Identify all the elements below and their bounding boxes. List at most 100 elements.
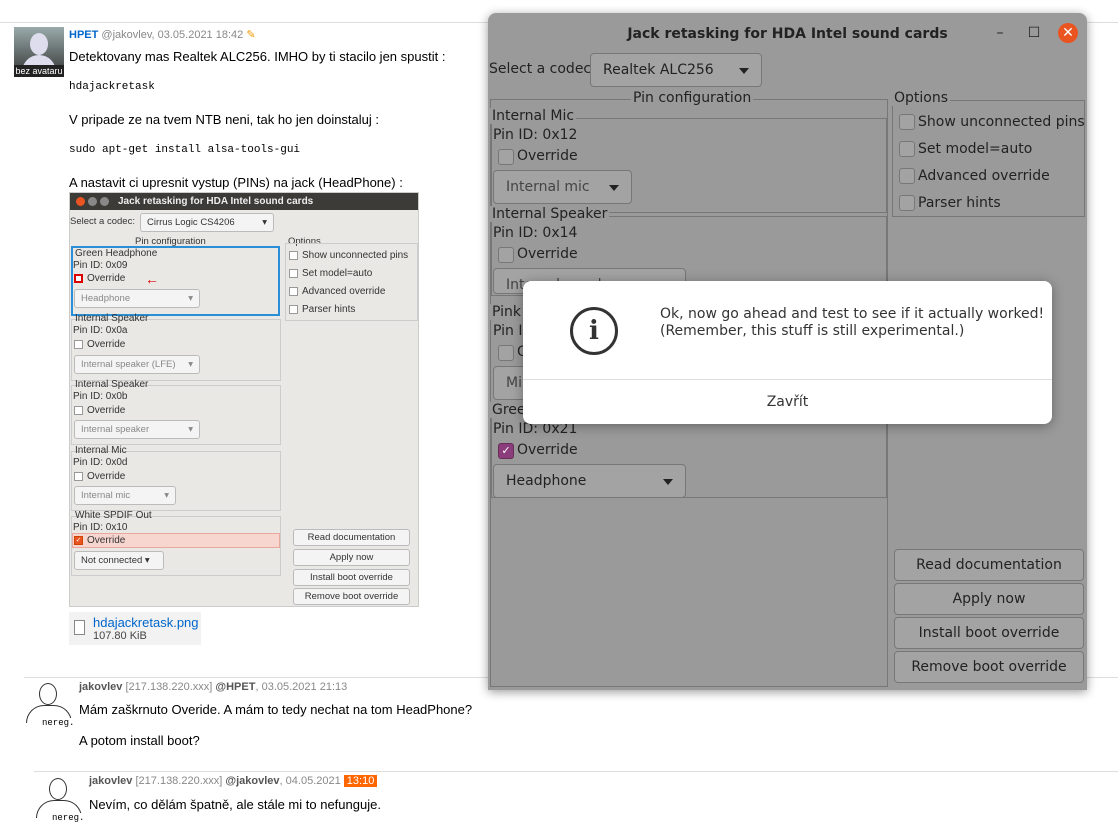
author-name[interactable]: jakovlev — [79, 681, 122, 693]
override-row: Override — [74, 405, 125, 416]
pin-group-name: Internal Speaker — [75, 379, 149, 390]
pin-combo: Internal speaker (LFE) ▾ — [74, 355, 200, 374]
apply-now-button: Apply now — [293, 549, 410, 566]
post-text: Nevím, co dělám špatně, ale stále mi to … — [89, 797, 381, 812]
option-row: Parser hints — [289, 304, 355, 315]
avatar: nereg. — [34, 776, 85, 823]
override-row: Override — [74, 273, 125, 284]
embedded-screenshot[interactable]: Jack retasking for HDA Intel sound cards… — [69, 192, 419, 607]
pin-group-name: Internal Mic — [75, 445, 127, 456]
avatar-caption: nereg. — [42, 718, 75, 728]
attachment-link[interactable]: hdajackretask.png — [93, 615, 199, 630]
post-date: 03.05.2021 21:13 — [261, 681, 348, 693]
avatar: nereg. — [24, 681, 75, 728]
arrow-left-icon: ← — [145, 271, 159, 287]
option-label: Parser hints — [918, 195, 1001, 211]
show-unconnected-checkbox[interactable] — [899, 114, 915, 130]
message-text: Ok, now go ahead and test to see if it a… — [660, 306, 1044, 340]
override-checkbox[interactable] — [498, 149, 514, 165]
read-documentation-button: Read documentation — [293, 529, 410, 546]
post-text: V pripade ze na tvem NTB neni, tak ho je… — [69, 112, 380, 127]
read-documentation-button[interactable]: Read documentation — [894, 549, 1084, 581]
post-meta: HPET @jakovlev, 03.05.2021 18:42 ✎ — [69, 29, 256, 41]
avatar: bez avataru — [14, 27, 64, 77]
pin-group-name: Pink — [490, 304, 524, 320]
remove-boot-override-button: Remove boot override — [293, 588, 410, 605]
reply-to[interactable]: @HPET — [215, 681, 255, 693]
pin-group-name: Green Headphone — [75, 248, 158, 259]
attachment-size: 107.80 KiB — [93, 630, 147, 642]
message-line: (Remember, this stuff is still experimen… — [660, 323, 965, 339]
highlighted-time: 13:10 — [343, 775, 378, 787]
pin-id: Pin ID: 0x14 — [493, 225, 578, 241]
pin-id: Pin ID: 0x10 — [73, 522, 128, 533]
override-row: Override — [74, 471, 125, 482]
option-row: Advanced override — [289, 286, 385, 297]
edit-icon[interactable]: ✎ — [246, 29, 255, 41]
post-text: A nastavit ci upresnit vystup (PINs) na … — [69, 175, 403, 190]
post-text: A potom install boot? — [79, 733, 200, 748]
code-block: sudo apt-get install alsa-tools-gui — [69, 144, 301, 156]
option-label: Set model=auto — [918, 141, 1033, 157]
codec-select[interactable]: Realtek ALC256 — [590, 53, 762, 87]
override-checkbox[interactable]: ✓ — [498, 443, 514, 459]
pin-combo: Internal speaker ▾ — [74, 420, 200, 439]
override-row: Override — [74, 339, 125, 350]
apply-now-button[interactable]: Apply now — [894, 583, 1084, 615]
code-block: hdajackretask — [69, 81, 155, 93]
screenshot-titlebar: Jack retasking for HDA Intel sound cards — [70, 193, 418, 210]
override-checkbox[interactable] — [498, 247, 514, 263]
option-row: Set model=auto — [289, 268, 372, 279]
option-label: Advanced override — [918, 168, 1050, 184]
codec-select: Cirrus Logic CS4206 ▾ — [140, 213, 274, 232]
author-name[interactable]: jakovlev — [89, 775, 132, 787]
reply-to[interactable]: @jakovlev — [225, 775, 279, 787]
post-meta: jakovlev [217.138.220.xxx] @HPET, 03.05.… — [79, 681, 348, 693]
pin-id: Pin ID: 0x0a — [73, 325, 128, 336]
pin-combo[interactable]: Internal mic — [493, 170, 632, 204]
pin-id: Pin ID: 0x12 — [493, 127, 578, 143]
maximize-button[interactable]: ☐ — [1024, 23, 1044, 43]
pin-config-label: Pin configuration — [631, 90, 754, 106]
avatar-caption: bez avataru — [14, 65, 64, 77]
post-meta: jakovlev [217.138.220.xxx] @jakovlev, 04… — [89, 775, 378, 787]
pin-id: Pin I — [493, 323, 523, 339]
install-boot-override-button: Install boot override — [293, 569, 410, 586]
message-dialog: i Ok, now go ahead and test to see if it… — [523, 281, 1052, 424]
advanced-override-checkbox[interactable] — [899, 168, 915, 184]
attachment[interactable]: hdajackretask.png 107.80 KiB — [69, 612, 201, 645]
post-text: Detektovany mas Realtek ALC256. IMHO by … — [69, 49, 446, 64]
pin-id: Pin ID: 0x0b — [73, 391, 128, 402]
parser-hints-checkbox[interactable] — [899, 195, 915, 211]
pin-group-name: White SPDIF Out — [75, 510, 152, 521]
pin-combo: Not connected ▾ — [74, 551, 164, 570]
author-ip: [217.138.220.xxx] — [125, 681, 213, 693]
pin-id: Pin ID: 0x09 — [73, 260, 128, 271]
install-boot-override-button[interactable]: Install boot override — [894, 617, 1084, 649]
post-date: 04.05.2021 — [285, 775, 341, 787]
override-label: Override — [517, 442, 578, 458]
set-model-auto-checkbox[interactable] — [899, 141, 915, 157]
option-row: Show unconnected pins — [289, 250, 408, 261]
close-button[interactable]: ✕ — [1058, 23, 1078, 43]
pin-group-name: Internal Speaker — [490, 206, 610, 222]
pin-group-name: Internal Mic — [490, 108, 577, 124]
minimize-button[interactable]: – — [990, 23, 1010, 43]
info-icon: i — [570, 307, 618, 355]
remove-boot-override-button[interactable]: Remove boot override — [894, 651, 1084, 683]
pin-id: Pin ID: 0x0d — [73, 457, 128, 468]
pin-combo: Headphone ▾ — [74, 289, 200, 308]
codec-label: Select a codec: — [70, 216, 135, 227]
author-link[interactable]: HPET — [69, 29, 98, 41]
message-line: Ok, now go ahead and test to see if it a… — [660, 306, 1045, 322]
avatar-caption: nereg. — [52, 813, 85, 823]
pin-combo[interactable]: Headphone — [493, 464, 686, 498]
override-row: ✓ Override — [74, 535, 126, 546]
option-label: Show unconnected pins — [918, 114, 1085, 130]
override-checkbox[interactable] — [498, 345, 514, 361]
options-label: Options — [892, 90, 951, 106]
close-dialog-button[interactable]: Zavřít — [523, 380, 1052, 424]
override-label: Override — [517, 148, 578, 164]
screenshot-title: Jack retasking for HDA Intel sound cards — [118, 196, 314, 207]
pin-group-name: Gree — [490, 402, 528, 418]
